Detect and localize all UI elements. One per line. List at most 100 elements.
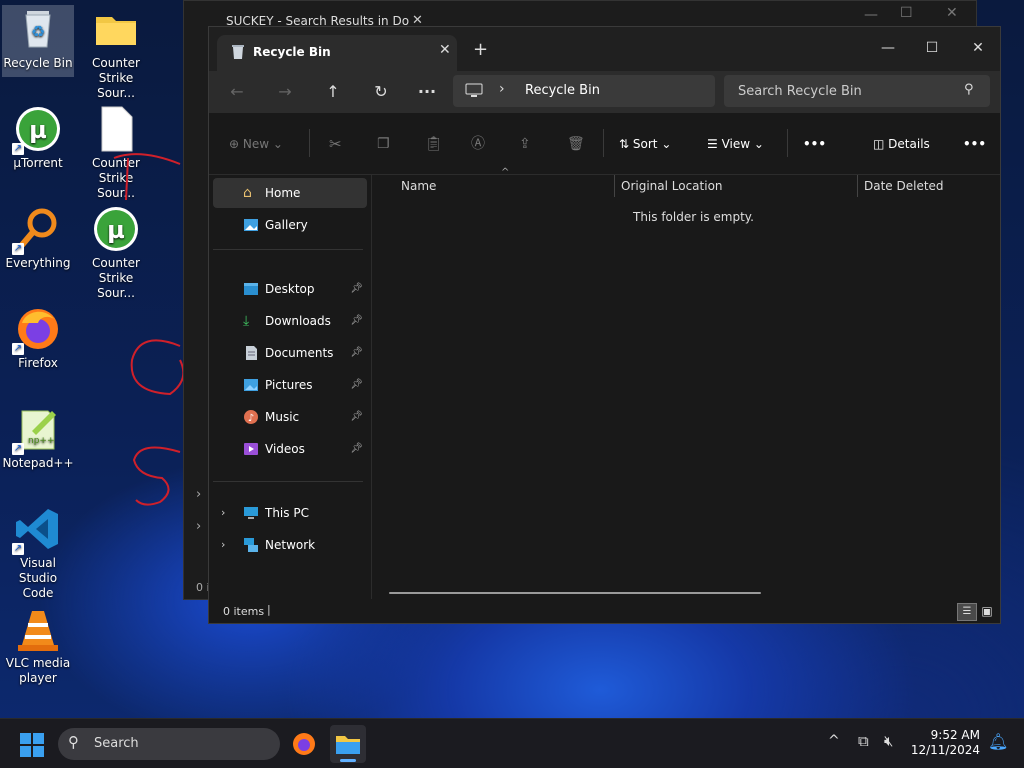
- divider: [213, 481, 363, 482]
- share-icon[interactable]: ⇪: [519, 133, 531, 155]
- title-bar[interactable]: Recycle Bin ✕ + — ☐ ✕: [209, 27, 1000, 71]
- sidebar-item-network[interactable]: › Network: [213, 530, 367, 560]
- pin-icon[interactable]: 📌︎: [350, 338, 363, 368]
- clock-time: 9:52 AM: [930, 728, 980, 742]
- details-view-icon[interactable]: ☰: [957, 603, 977, 621]
- close-tab-icon[interactable]: ✕: [439, 42, 451, 58]
- sidebar-item-music[interactable]: ♪ Music 📌︎: [213, 402, 367, 432]
- rename-icon[interactable]: Ⓐ: [471, 133, 485, 155]
- refresh-icon[interactable]: ↻: [367, 79, 395, 105]
- search-box[interactable]: ⚲: [724, 75, 990, 107]
- search-input[interactable]: [724, 75, 954, 107]
- sidebar-item-videos[interactable]: Videos 📌︎: [213, 434, 367, 464]
- desktop-icon-notepadpp[interactable]: np++ ↗ Notepad++: [2, 405, 74, 471]
- chevron-right-icon[interactable]: ›: [221, 530, 225, 560]
- clock[interactable]: 9:52 AM 12/11/2024: [911, 728, 980, 758]
- svg-text:♪: ♪: [248, 413, 254, 424]
- minimize-icon[interactable]: —: [864, 7, 878, 23]
- firefox-taskbar-icon[interactable]: [291, 731, 317, 757]
- sidebar-item-label: Videos: [265, 442, 305, 456]
- delete-icon[interactable]: 🗑︎: [567, 133, 585, 155]
- details-button[interactable]: ◫ Details: [873, 133, 930, 155]
- new-label: New: [242, 137, 270, 151]
- column-header-original-location[interactable]: Original Location: [621, 175, 723, 197]
- column-divider[interactable]: [857, 175, 858, 197]
- pin-icon[interactable]: 📌︎: [350, 306, 363, 336]
- file-explorer-window[interactable]: Recycle Bin ✕ + — ☐ ✕ ← → ↑ ↻ ··· › Recy…: [208, 26, 1001, 624]
- paste-icon[interactable]: 📋︎: [425, 133, 443, 155]
- maximize-icon[interactable]: ☐: [900, 5, 913, 21]
- address-bar[interactable]: › Recycle Bin: [453, 75, 715, 107]
- breadcrumb-current[interactable]: Recycle Bin: [525, 83, 600, 98]
- desktop-icon-label: µTorrent: [13, 156, 63, 170]
- up-arrow-icon[interactable]: ↑: [319, 79, 347, 105]
- details-pane-icon: ◫: [873, 137, 885, 151]
- volume-muted-icon[interactable]: 🔇︎: [884, 732, 893, 750]
- forward-arrow-icon[interactable]: →: [271, 79, 299, 105]
- horizontal-scrollbar[interactable]: [389, 592, 761, 594]
- back-arrow-icon[interactable]: ←: [223, 79, 251, 105]
- chevron-up-icon[interactable]: ^: [828, 733, 840, 749]
- minimize-icon[interactable]: —: [865, 33, 911, 63]
- pin-icon[interactable]: 📌︎: [350, 402, 363, 432]
- desktop-icon-vlc[interactable]: VLC media player: [2, 605, 74, 686]
- column-header-name[interactable]: Name: [401, 175, 436, 197]
- windows-start-icon[interactable]: [20, 733, 44, 757]
- column-header-date-deleted[interactable]: Date Deleted: [864, 175, 944, 197]
- breadcrumb-chevron-icon[interactable]: ›: [499, 81, 505, 97]
- close-window-icon[interactable]: ✕: [955, 33, 1001, 63]
- file-explorer-taskbar-button[interactable]: [330, 725, 366, 763]
- recycle-bin-icon: [232, 45, 244, 59]
- clock-date: 12/11/2024: [910, 743, 980, 757]
- close-icon[interactable]: ✕: [946, 5, 958, 21]
- chevron-right-icon[interactable]: ›: [221, 498, 225, 528]
- new-tab-icon[interactable]: +: [473, 39, 488, 60]
- chevron-right-icon[interactable]: ›: [196, 487, 201, 502]
- pin-icon[interactable]: 📌︎: [350, 370, 363, 400]
- pin-icon[interactable]: 📌︎: [350, 274, 363, 304]
- new-button[interactable]: ⊕ New ⌄: [229, 133, 283, 155]
- more-options-button[interactable]: •••: [963, 133, 986, 155]
- cut-icon[interactable]: ✂: [329, 133, 342, 155]
- sort-button[interactable]: ⇅ Sort ⌄: [619, 133, 671, 155]
- command-bar: ⊕ New ⌄ ✂ ❐ 📋︎ Ⓐ ⇪ 🗑︎ ⇅ Sort ⌄ ☰ View ⌄ …: [209, 113, 1000, 175]
- more-icon[interactable]: ···: [413, 79, 441, 105]
- details-label: Details: [888, 137, 930, 151]
- desktop-icon-folder[interactable]: Counter Strike Sour...: [80, 5, 152, 101]
- divider: [603, 129, 604, 157]
- download-icon: ⤓: [243, 313, 250, 329]
- status-divider: |: [267, 603, 271, 616]
- sidebar-item-downloads[interactable]: ⤓ Downloads 📌︎: [213, 306, 367, 336]
- sidebar-item-this-pc[interactable]: › This PC: [213, 498, 367, 528]
- sort-label: Sort: [632, 137, 658, 151]
- pin-icon[interactable]: 📌︎: [350, 434, 363, 464]
- sidebar-item-gallery[interactable]: Gallery: [213, 210, 367, 240]
- desktop-icon-everything[interactable]: ↗ Everything: [2, 205, 74, 271]
- desktop-icon-recycle-bin[interactable]: ♻ Recycle Bin: [2, 5, 74, 77]
- maximize-icon[interactable]: ☐: [909, 33, 955, 63]
- network-status-icon[interactable]: ⧉: [858, 732, 869, 750]
- sidebar-item-documents[interactable]: Documents 📌︎: [213, 338, 367, 368]
- firefox-icon: ↗: [12, 305, 62, 355]
- search-icon[interactable]: ⚲: [964, 82, 974, 97]
- tab-recycle-bin[interactable]: Recycle Bin ✕: [217, 35, 457, 71]
- taskbar-search[interactable]: ⚲ Search: [58, 728, 280, 760]
- navigation-bar: ← → ↑ ↻ ··· › Recycle Bin ⚲: [209, 71, 1000, 113]
- plus-circle-icon: ⊕: [229, 137, 240, 151]
- notification-bell-icon[interactable]: 🔔︎: [988, 732, 1008, 751]
- column-divider[interactable]: [614, 175, 615, 197]
- see-more-button[interactable]: •••: [803, 133, 826, 155]
- desktop-icon-vscode[interactable]: ↗ Visual Studio Code: [2, 505, 74, 601]
- desktop-icon-label: VLC media player: [5, 656, 71, 685]
- sidebar-item-home[interactable]: ⌂ Home: [213, 178, 367, 208]
- thumbnail-view-icon[interactable]: ▣: [979, 603, 995, 619]
- videos-icon: [244, 443, 258, 455]
- desktop-icon-firefox[interactable]: ↗ Firefox: [2, 305, 74, 371]
- folder-icon: [336, 736, 360, 754]
- view-button[interactable]: ☰ View ⌄: [707, 133, 764, 155]
- copy-icon[interactable]: ❐: [377, 133, 390, 155]
- sidebar-item-pictures[interactable]: Pictures 📌︎: [213, 370, 367, 400]
- chevron-right-icon[interactable]: ›: [196, 519, 201, 534]
- desktop-icon-utorrent[interactable]: µ ↗ µTorrent: [2, 105, 74, 171]
- sidebar-item-desktop[interactable]: Desktop 📌︎: [213, 274, 367, 304]
